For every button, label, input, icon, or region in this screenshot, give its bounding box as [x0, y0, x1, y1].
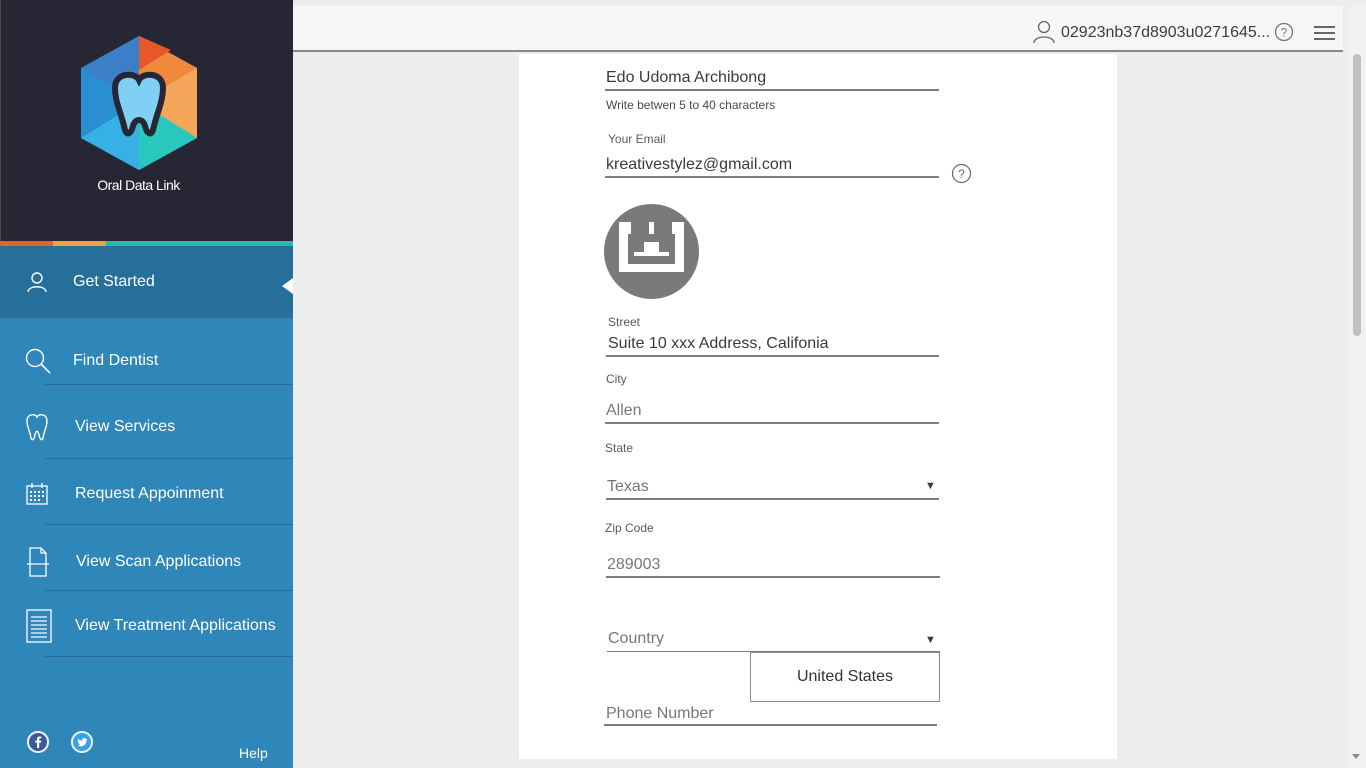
nav-divider — [45, 524, 293, 525]
logo-area: Oral Data Link — [0, 0, 293, 241]
nav-divider — [45, 458, 293, 459]
user-icon — [27, 272, 47, 293]
email-field-underline — [605, 176, 939, 178]
zip-field[interactable]: 289003 — [607, 556, 660, 574]
phone-field[interactable]: Phone Number — [606, 705, 714, 723]
sidebar-item-label: Request Appoinment — [75, 485, 224, 502]
phone-field-underline — [604, 724, 937, 726]
sidebar-item-label: Get Started — [73, 273, 155, 290]
sidebar-item-find-dentist[interactable]: Find Dentist — [0, 334, 293, 388]
svg-text:?: ? — [1281, 26, 1288, 40]
twitter-icon[interactable] — [71, 731, 93, 753]
sidebar-item-view-services[interactable]: View Services — [0, 400, 293, 454]
search-icon — [25, 348, 51, 374]
email-label: Your Email — [608, 132, 666, 146]
nav-divider — [45, 590, 293, 591]
sidebar-item-view-treatment-applications[interactable]: View Treatment Applications — [0, 599, 293, 653]
street-field-underline — [606, 355, 939, 357]
facebook-icon[interactable] — [27, 731, 49, 753]
city-field[interactable]: Allen — [606, 402, 642, 420]
country-select[interactable]: Country — [608, 630, 664, 648]
top-bar: 02923nb37d8903u0271645... ? — [293, 6, 1343, 52]
street-label: Street — [608, 315, 641, 329]
calendar-icon — [26, 483, 48, 505]
zip-label: Zip Code — [605, 521, 654, 535]
city-field-underline — [605, 422, 939, 424]
user-id-label: 02923nb37d8903u0271645... — [1061, 24, 1271, 41]
sidebar-item-view-scan-applications[interactable]: View Scan Applications — [0, 535, 293, 589]
country-option-label: United States — [796, 668, 894, 685]
help-question-icon[interactable]: ? — [1274, 22, 1294, 42]
logo-text: Oral Data Link — [97, 177, 180, 193]
name-field[interactable]: Edo Udoma Archibong — [606, 69, 766, 87]
state-label: State — [605, 441, 634, 455]
nav-divider — [45, 384, 293, 385]
state-select-underline — [606, 498, 939, 500]
sidebar: Oral Data Link Get Started Find Dentist … — [0, 0, 293, 768]
email-field[interactable]: kreativestylez@gmail.com — [606, 156, 792, 174]
user-icon — [1033, 20, 1055, 44]
country-dropdown-arrow-icon[interactable]: ▼ — [925, 634, 936, 646]
oral-data-link-logo — [81, 36, 197, 170]
sidebar-item-get-started[interactable]: Get Started — [0, 246, 293, 318]
state-select[interactable]: Texas — [607, 478, 649, 496]
sidebar-item-label: Find Dentist — [73, 352, 159, 369]
street-field[interactable]: Suite 10 xxx Address, Califonia — [608, 335, 829, 353]
email-help-icon[interactable]: ? — [951, 163, 972, 184]
name-field-hint: Write betwen 5 to 40 characters — [606, 98, 776, 112]
sidebar-item-label: View Treatment Applications — [75, 617, 276, 634]
tooth-icon — [26, 413, 48, 441]
sidebar-item-label: View Scan Applications — [76, 553, 242, 570]
hamburger-menu-icon[interactable] — [1314, 25, 1336, 41]
scroll-down-arrow[interactable] — [1352, 754, 1360, 759]
scan-document-icon — [27, 547, 49, 577]
avatar-upload-icon[interactable] — [604, 204, 699, 299]
zip-field-underline — [606, 576, 940, 578]
name-field-underline — [605, 89, 939, 91]
city-label: City — [606, 372, 627, 386]
scrollbar-thumb[interactable] — [1353, 54, 1361, 336]
svg-text:?: ? — [958, 167, 965, 181]
state-dropdown-arrow-icon[interactable]: ▼ — [925, 480, 936, 492]
country-option-united-states[interactable]: United States — [750, 652, 940, 702]
nav-divider — [45, 656, 293, 657]
sidebar-item-label: View Services — [75, 418, 176, 435]
sidebar-item-request-appointment[interactable]: Request Appoinment — [0, 467, 293, 521]
list-document-icon — [26, 609, 52, 643]
help-link[interactable]: Help — [239, 745, 268, 761]
